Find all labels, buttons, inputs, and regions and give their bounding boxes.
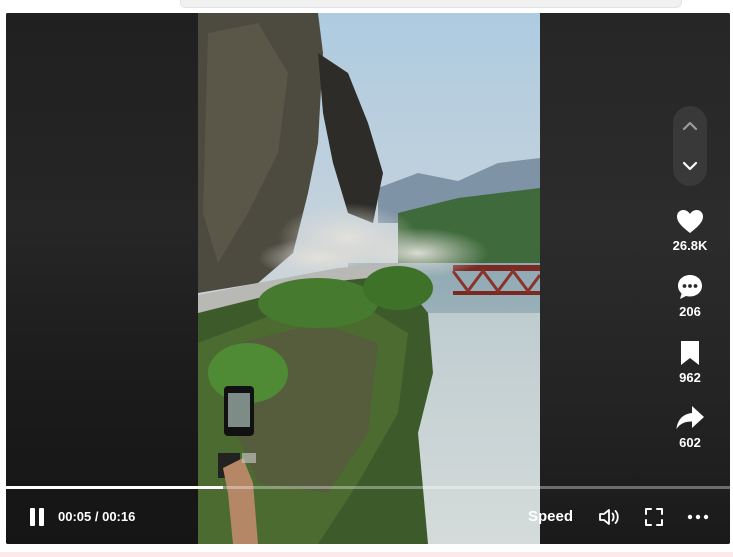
comment-bubble-icon[interactable] [676, 273, 704, 301]
bookmark-icon[interactable] [678, 339, 702, 367]
comment-count: 206 [679, 304, 701, 319]
pause-icon [30, 508, 35, 526]
volume-icon[interactable] [598, 507, 622, 527]
chevron-down-icon [682, 161, 698, 171]
landslide-video-still [198, 13, 540, 544]
next-video-button[interactable] [673, 148, 707, 184]
comment-action[interactable]: 206 [666, 273, 714, 319]
video-frame[interactable] [198, 13, 540, 544]
speed-button[interactable]: Speed [528, 508, 573, 525]
video-player[interactable]: 26.8K 206 962 602 00:05 / 00:16 Speed [6, 13, 730, 544]
fullscreen-icon[interactable] [644, 507, 664, 527]
share-arrow-icon[interactable] [675, 404, 705, 432]
playback-controls: 00:05 / 00:16 Speed [6, 499, 730, 535]
progress-bar[interactable] [6, 486, 730, 489]
more-dots-icon[interactable] [687, 507, 709, 527]
save-count: 962 [679, 370, 701, 385]
like-count: 26.8K [672, 238, 708, 253]
playback-time: 00:05 / 00:16 [58, 509, 136, 524]
like-action[interactable]: 26.8K [666, 209, 714, 253]
save-action[interactable]: 962 [666, 339, 714, 385]
heart-icon[interactable] [676, 209, 704, 235]
chevron-up-icon [682, 121, 698, 131]
blurred-backdrop-left [6, 13, 198, 544]
top-search-bar-edge [180, 0, 682, 8]
share-action[interactable]: 602 [666, 404, 714, 450]
progress-bar-fill [6, 486, 224, 489]
video-navigation [673, 106, 707, 186]
previous-video-button[interactable] [673, 108, 707, 144]
pause-button[interactable] [28, 506, 48, 528]
page-bottom-divider [0, 552, 733, 557]
share-count: 602 [679, 435, 701, 450]
